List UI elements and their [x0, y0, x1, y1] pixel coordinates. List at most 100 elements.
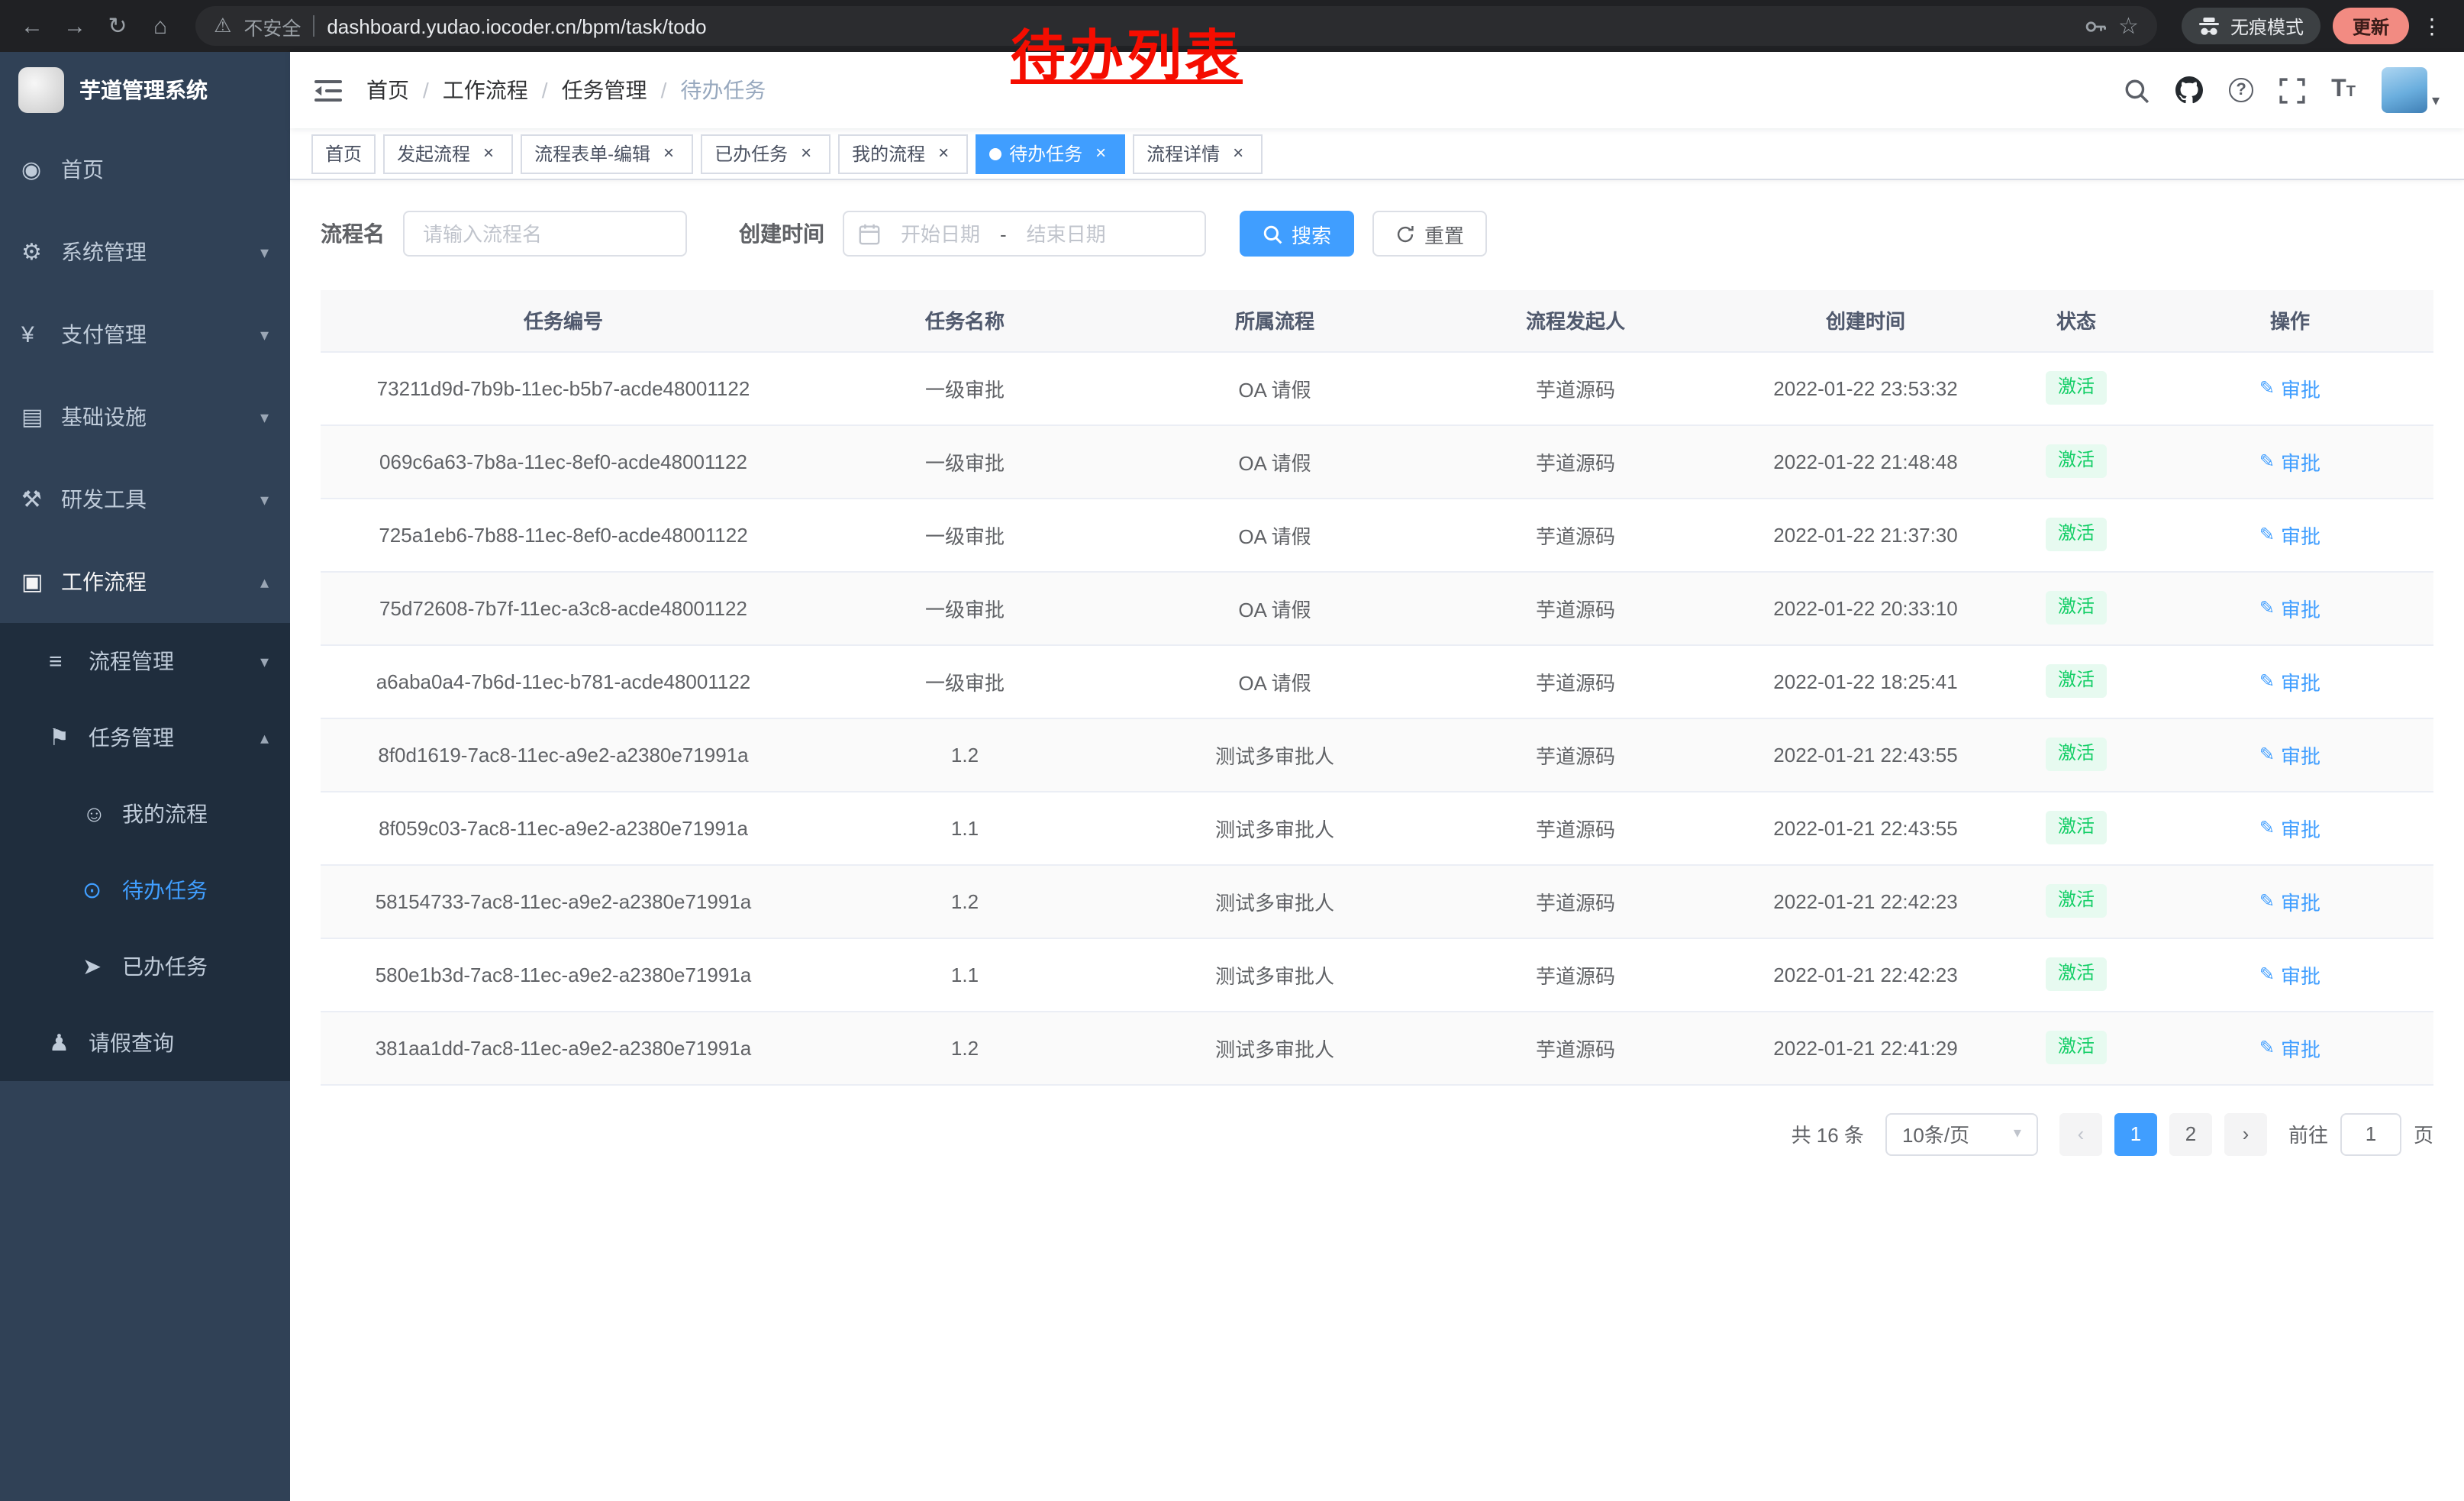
close-icon[interactable]: × [1227, 143, 1249, 164]
approve-link[interactable]: ✎审批 [2259, 740, 2320, 769]
fullscreen-icon[interactable] [2279, 77, 2305, 103]
cell-actions: ✎审批 [2146, 791, 2433, 864]
process-name-input[interactable] [403, 211, 687, 257]
chevron-down-icon: ▾ [260, 324, 269, 344]
sidebar-item-payment[interactable]: ¥支付管理▾ [0, 293, 290, 376]
sidebar-item-label: 待办任务 [122, 875, 269, 905]
approve-link[interactable]: ✎审批 [2259, 960, 2320, 989]
goto-page-input[interactable] [2340, 1112, 2401, 1155]
user-menu[interactable]: ▾ [2382, 67, 2440, 113]
close-icon[interactable]: × [1090, 143, 1111, 164]
sidebar-item-system[interactable]: ⚙系统管理▾ [0, 211, 290, 293]
github-icon[interactable] [2175, 76, 2203, 104]
tab-label: 发起流程 [397, 140, 470, 166]
security-label: 不安全 [243, 11, 301, 40]
approve-link-label: 审批 [2281, 1033, 2320, 1062]
table-body: 73211d9d-7b9b-11ec-b5b7-acde48001122一级审批… [321, 351, 2433, 1084]
cell-initiator: 芋道源码 [1426, 571, 1725, 644]
breadcrumb-item[interactable]: 任务管理 [562, 75, 647, 105]
font-size-small-glyph: T [2346, 84, 2356, 102]
gear-icon: ⚙ [21, 238, 61, 266]
tab-home[interactable]: 首页 [311, 134, 376, 173]
search-icon[interactable] [2124, 77, 2150, 103]
approve-link[interactable]: ✎审批 [2259, 813, 2320, 842]
cell-initiator: 芋道源码 [1426, 1011, 1725, 1084]
sidebar-item-workflow[interactable]: ▣工作流程▴ [0, 541, 290, 623]
approve-link[interactable]: ✎审批 [2259, 447, 2320, 476]
approve-link[interactable]: ✎审批 [2259, 520, 2320, 549]
cell-task-name: 1.2 [806, 1011, 1124, 1084]
approve-link-label: 审批 [2281, 740, 2320, 769]
sidebar-item-todo-task[interactable]: ⊙待办任务 [0, 852, 290, 928]
close-icon[interactable]: × [658, 143, 679, 164]
cell-process-name: 测试多审批人 [1124, 938, 1426, 1011]
breadcrumb-item[interactable]: 工作流程 [443, 75, 528, 105]
help-icon[interactable]: ? [2229, 78, 2253, 102]
reload-icon[interactable]: ↻ [98, 6, 137, 46]
sidebar-item-infrastructure[interactable]: ▤基础设施▾ [0, 376, 290, 458]
prev-page-button[interactable]: ‹ [2059, 1112, 2102, 1155]
logo[interactable]: 芋道管理系统 [0, 52, 290, 128]
url-divider [313, 15, 314, 37]
cell-actions: ✎审批 [2146, 718, 2433, 791]
cell-actions: ✎审批 [2146, 351, 2433, 424]
create-time-range-picker[interactable]: - [843, 211, 1206, 257]
cell-task-id: 58154733-7ac8-11ec-a9e2-a2380e71991a [321, 864, 806, 938]
edit-pencil-icon: ✎ [2259, 964, 2275, 985]
close-icon[interactable]: × [795, 143, 817, 164]
column-header: 操作 [2146, 290, 2433, 351]
tab-form-edit[interactable]: 流程表单-编辑× [521, 134, 693, 173]
browser-menu-icon[interactable]: ⋮ [2412, 6, 2452, 46]
sidebar-item-devtools[interactable]: ⚒研发工具▾ [0, 458, 290, 541]
sidebar-item-home[interactable]: ◉首页 [0, 128, 290, 211]
approve-link[interactable]: ✎审批 [2259, 886, 2320, 915]
tab-done-task[interactable]: 已办任务× [701, 134, 830, 173]
approve-link[interactable]: ✎审批 [2259, 373, 2320, 402]
font-size-icon[interactable]: TT [2331, 78, 2356, 102]
bookmark-star-icon[interactable]: ☆ [2118, 12, 2139, 40]
column-header: 任务名称 [806, 290, 1124, 351]
cell-task-id: 725a1eb6-7b88-11ec-8ef0-acde48001122 [321, 498, 806, 571]
sidebar-item-label: 工作流程 [61, 567, 254, 597]
refresh-icon [1395, 224, 1415, 244]
tab-todo-task[interactable]: 待办任务× [976, 134, 1125, 173]
status-badge: 激活 [2046, 664, 2107, 697]
approve-link[interactable]: ✎审批 [2259, 667, 2320, 696]
sidebar-item-process-mgmt[interactable]: ≡流程管理▾ [0, 623, 290, 699]
close-icon[interactable]: × [933, 143, 954, 164]
edit-pencil-icon: ✎ [2259, 377, 2275, 399]
back-icon[interactable]: ← [12, 6, 52, 46]
collapse-sidebar-icon[interactable] [314, 79, 342, 102]
approve-link[interactable]: ✎审批 [2259, 593, 2320, 622]
close-icon[interactable]: × [478, 143, 499, 164]
key-icon[interactable] [2083, 15, 2106, 37]
approve-link[interactable]: ✎审批 [2259, 1033, 2320, 1062]
sidebar-item-done-task[interactable]: ➤已办任务 [0, 928, 290, 1005]
update-button[interactable]: 更新 [2333, 8, 2409, 44]
search-button[interactable]: 搜索 [1240, 211, 1354, 257]
page-size-select[interactable]: 10条/页 ▾ [1885, 1112, 2038, 1155]
search-button-icon [1263, 224, 1282, 244]
forward-icon[interactable]: → [55, 6, 95, 46]
process-list-icon: ≡ [49, 648, 89, 674]
page-button-1[interactable]: 1 [2114, 1112, 2157, 1155]
tab-process-detail[interactable]: 流程详情× [1133, 134, 1263, 173]
page-button-2[interactable]: 2 [2169, 1112, 2212, 1155]
tab-start-process[interactable]: 发起流程 × [383, 134, 513, 173]
goto-page: 前往 页 [2288, 1112, 2433, 1155]
breadcrumb-item[interactable]: 首页 [366, 75, 409, 105]
reset-button[interactable]: 重置 [1372, 211, 1487, 257]
chevron-down-icon: ▾ [260, 407, 269, 427]
sidebar-item-leave-query[interactable]: ♟请假查询 [0, 1005, 290, 1081]
workflow-icon: ▣ [21, 568, 61, 596]
home-icon[interactable]: ⌂ [140, 6, 180, 46]
end-date-input[interactable] [1011, 222, 1121, 245]
tab-my-process[interactable]: 我的流程× [838, 134, 968, 173]
next-page-button[interactable]: › [2224, 1112, 2267, 1155]
cell-task-id: 75d72608-7b7f-11ec-a3c8-acde48001122 [321, 571, 806, 644]
sidebar-item-task-mgmt[interactable]: ⚑任务管理▴ [0, 699, 290, 776]
start-date-input[interactable] [885, 222, 995, 245]
status-badge: 激活 [2046, 811, 2107, 844]
status-badge: 激活 [2046, 957, 2107, 990]
sidebar-item-my-process[interactable]: ☺我的流程 [0, 776, 290, 852]
